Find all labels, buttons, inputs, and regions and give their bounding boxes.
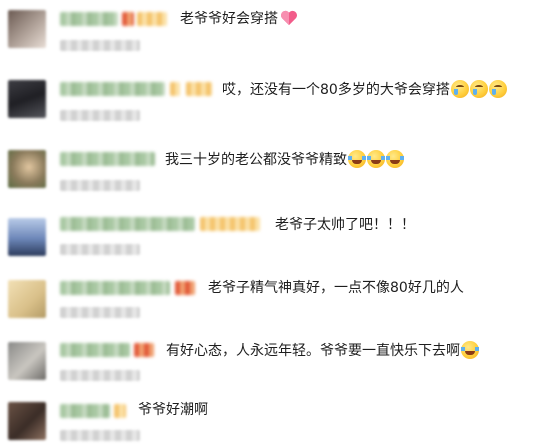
avatar[interactable] xyxy=(8,150,46,188)
username-blurred[interactable] xyxy=(60,217,195,231)
username-blurred[interactable] xyxy=(60,343,130,357)
laughing-crying-face-icon xyxy=(461,341,479,359)
username-blurred[interactable] xyxy=(60,281,170,295)
crying-face-icon xyxy=(469,80,488,98)
comment-meta-blurred xyxy=(60,110,140,121)
user-badge-blurred xyxy=(170,82,180,96)
crying-face-icon xyxy=(488,80,507,98)
comment-text: 我三十岁的老公都没爷爷精致 xyxy=(165,150,404,169)
user-badge-blurred xyxy=(175,281,195,295)
user-badge-blurred xyxy=(122,12,134,26)
username-blurred[interactable] xyxy=(60,152,155,166)
comment-text: 哎，还没有一个80多岁的大爷会穿搭 xyxy=(222,80,507,99)
comment-meta-blurred xyxy=(60,180,140,191)
avatar[interactable] xyxy=(8,342,46,380)
crying-face-icon xyxy=(450,80,469,98)
comment-text: 有好心态，人永远年轻。爷爷要一直快乐下去啊 xyxy=(166,341,479,360)
comment-text: 老爷子精气神真好，一点不像80好几的人 xyxy=(208,280,464,296)
comment-text: 老爷子太帅了吧！！！ xyxy=(275,217,415,233)
laughing-crying-face-icon xyxy=(367,150,385,168)
avatar[interactable] xyxy=(8,218,46,256)
avatar[interactable] xyxy=(8,280,46,318)
comment-meta-blurred xyxy=(60,40,140,51)
comment-meta-blurred xyxy=(60,244,140,255)
username-blurred[interactable] xyxy=(60,404,110,418)
laughing-crying-face-icon xyxy=(348,150,366,168)
user-badge-blurred xyxy=(134,343,154,357)
avatar[interactable] xyxy=(8,10,46,48)
laughing-crying-face-icon xyxy=(386,150,404,168)
user-badge-blurred xyxy=(114,404,126,418)
avatar[interactable] xyxy=(8,80,46,118)
username-blurred[interactable] xyxy=(60,12,118,26)
user-badge-blurred xyxy=(186,82,212,96)
heart-icon xyxy=(281,10,297,26)
username-blurred[interactable] xyxy=(60,82,165,96)
avatar[interactable] xyxy=(8,402,46,440)
comment-meta-blurred xyxy=(60,370,140,381)
comment-meta-blurred xyxy=(60,430,140,441)
comment-text: 老爷爷好会穿搭 xyxy=(180,10,298,28)
comment-meta-blurred xyxy=(60,307,140,318)
user-badge-blurred xyxy=(137,12,167,26)
user-badge-blurred xyxy=(200,217,260,231)
comment-text: 爷爷好潮啊 xyxy=(138,402,208,418)
